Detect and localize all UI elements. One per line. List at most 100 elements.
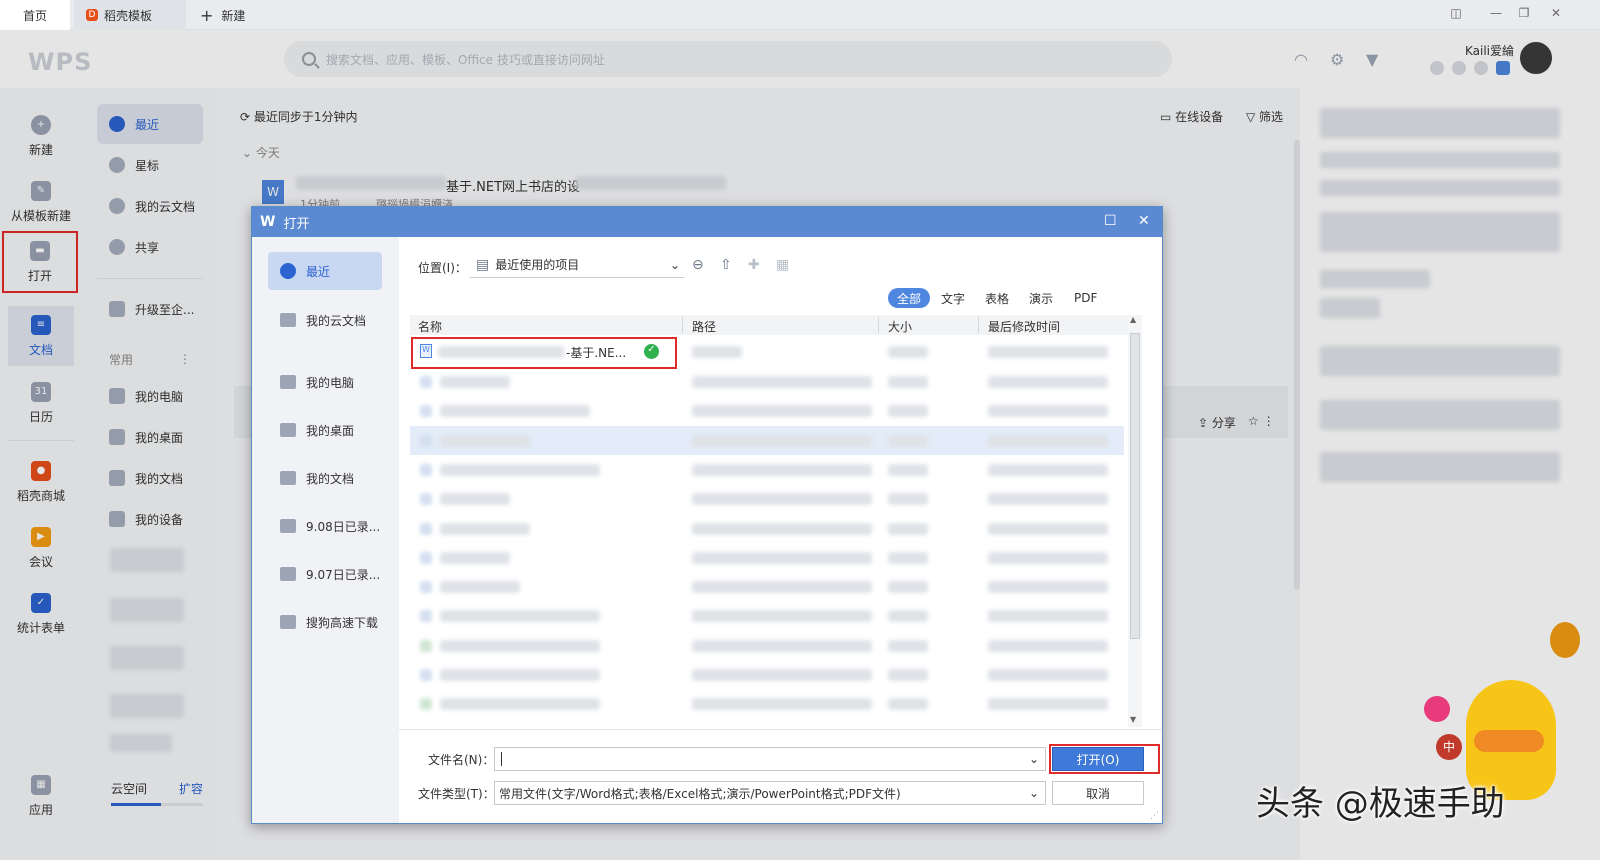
file-row[interactable] bbox=[410, 367, 1124, 396]
blurred-cell bbox=[440, 493, 510, 506]
watermark: 头条 @极速手助 bbox=[1256, 784, 1505, 824]
filter-tab-sheet[interactable]: 表格 bbox=[976, 288, 1018, 308]
folder-icon bbox=[280, 567, 296, 581]
layout-icon[interactable]: ◫ bbox=[1446, 6, 1466, 24]
highlight-box bbox=[1049, 744, 1160, 774]
up-folder-icon[interactable]: ⇧ bbox=[720, 257, 732, 273]
file-row[interactable] bbox=[410, 601, 1124, 630]
scroll-up-icon[interactable]: ▲ bbox=[1130, 315, 1136, 324]
location-select[interactable]: ▤ 最近使用的项目 ⌄ bbox=[470, 252, 684, 278]
file-row[interactable] bbox=[410, 631, 1124, 660]
file-type-icon bbox=[420, 581, 432, 594]
blurred-cell bbox=[988, 434, 1108, 447]
file-row[interactable] bbox=[410, 572, 1124, 601]
open-file-dialog: W 打开 ☐ ✕ 最近 我的云文档 我的电脑 我的桌面 我的文档 9.08日已录.… bbox=[251, 206, 1163, 824]
file-type-icon bbox=[420, 376, 432, 388]
blurred-cell bbox=[988, 581, 1108, 594]
dialog-sidebar-folder-908[interactable]: 9.08日已录... bbox=[268, 507, 382, 545]
view-grid-icon[interactable]: ▦ bbox=[776, 257, 789, 273]
close-icon[interactable]: ✕ bbox=[1546, 6, 1566, 24]
file-row[interactable] bbox=[410, 689, 1124, 718]
location-value: 最近使用的项目 bbox=[495, 258, 580, 272]
filetype-label: 文件类型(T)： bbox=[418, 787, 495, 801]
folder-icon bbox=[280, 615, 296, 629]
resize-grip-icon[interactable]: ⋰ bbox=[1150, 811, 1159, 821]
filename-input[interactable]: ⌄ bbox=[494, 747, 1046, 771]
filter-tab-slides[interactable]: 演示 bbox=[1020, 288, 1062, 308]
filename-label: 文件名(N)： bbox=[428, 753, 495, 767]
cloud-icon bbox=[280, 313, 296, 327]
file-row[interactable] bbox=[410, 455, 1124, 484]
file-list-header: 名称 路径 大小 最后修改时间 bbox=[410, 315, 1128, 335]
column-name[interactable]: 名称 bbox=[418, 318, 442, 335]
column-separator bbox=[682, 317, 683, 333]
blurred-cell bbox=[440, 639, 600, 652]
desktop-icon bbox=[280, 423, 296, 437]
blurred-cell bbox=[692, 434, 872, 447]
dialog-sidebar-cloud[interactable]: 我的云文档 bbox=[268, 301, 382, 339]
ime-icon[interactable] bbox=[1424, 696, 1450, 722]
blurred-cell bbox=[888, 405, 928, 418]
file-row[interactable] bbox=[410, 484, 1124, 513]
blurred-cell bbox=[692, 376, 872, 388]
cancel-button[interactable]: 取消 bbox=[1052, 781, 1144, 805]
blurred-cell bbox=[888, 493, 928, 506]
blurred-cell bbox=[440, 610, 600, 623]
dialog-sidebar-documents[interactable]: 我的文档 bbox=[268, 459, 382, 497]
back-icon[interactable]: ⊖ bbox=[692, 257, 704, 273]
blurred-cell bbox=[988, 463, 1108, 476]
wps-w-icon: W bbox=[260, 214, 276, 230]
blurred-cell bbox=[988, 522, 1108, 535]
column-separator bbox=[978, 317, 979, 333]
tab-new-label: 新建 bbox=[221, 8, 246, 23]
blurred-cell bbox=[988, 610, 1108, 623]
dialog-sidebar-label: 9.07日已录... bbox=[306, 567, 381, 582]
file-row[interactable] bbox=[410, 396, 1124, 425]
file-type-icon bbox=[420, 669, 432, 681]
restore-icon[interactable]: ❐ bbox=[1514, 6, 1534, 24]
file-type-icon bbox=[420, 639, 432, 652]
file-row[interactable] bbox=[410, 660, 1124, 689]
file-row[interactable] bbox=[410, 425, 1124, 455]
file-row[interactable] bbox=[410, 543, 1124, 572]
dialog-sidebar-label: 搜狗高速下载 bbox=[306, 615, 379, 630]
column-size[interactable]: 大小 bbox=[888, 318, 912, 335]
blurred-cell bbox=[888, 551, 928, 564]
blurred-cell bbox=[440, 551, 510, 564]
dialog-sidebar-sogou[interactable]: 搜狗高速下载 bbox=[268, 603, 382, 641]
highlight-box bbox=[411, 337, 677, 369]
file-row[interactable] bbox=[410, 514, 1124, 543]
blurred-cell bbox=[888, 376, 928, 388]
column-path[interactable]: 路径 bbox=[692, 318, 716, 335]
dialog-sidebar-pc[interactable]: 我的电脑 bbox=[268, 363, 382, 401]
close-icon[interactable]: ✕ bbox=[1138, 213, 1150, 229]
blurred-cell bbox=[988, 376, 1108, 388]
maximize-icon[interactable]: ☐ bbox=[1104, 213, 1117, 229]
dialog-sidebar-folder-907[interactable]: 9.07日已录... bbox=[268, 555, 382, 593]
file-type-icon bbox=[420, 522, 432, 535]
blurred-cell bbox=[692, 610, 872, 623]
blurred-cell bbox=[888, 581, 928, 594]
blurred-cell bbox=[888, 669, 928, 681]
new-folder-icon[interactable]: ✚ bbox=[748, 257, 760, 273]
dialog-sidebar-label: 我的云文档 bbox=[306, 313, 367, 328]
blurred-cell bbox=[692, 551, 872, 564]
scroll-down-icon[interactable]: ▼ bbox=[1130, 715, 1136, 724]
tab-home[interactable]: 首页 bbox=[0, 0, 70, 30]
column-modified[interactable]: 最后修改时间 bbox=[988, 318, 1060, 335]
chevron-down-icon[interactable]: ⌄ bbox=[1029, 752, 1039, 766]
tab-template[interactable]: D 稻壳模板 bbox=[74, 0, 186, 30]
dialog-sidebar-desktop[interactable]: 我的桌面 bbox=[268, 411, 382, 449]
blurred-cell bbox=[988, 493, 1108, 506]
ime-chinese-icon[interactable]: 中 bbox=[1436, 734, 1462, 760]
tab-new[interactable]: + 新建 bbox=[200, 0, 245, 30]
filter-tab-text[interactable]: 文字 bbox=[932, 288, 974, 308]
filetype-select[interactable]: 常用文件(文字/Word格式;表格/Excel格式;演示/PowerPoint格… bbox=[494, 781, 1046, 805]
dialog-sidebar-recent[interactable]: 最近 bbox=[268, 252, 382, 290]
blurred-cell bbox=[440, 698, 600, 711]
minimize-icon[interactable]: — bbox=[1486, 6, 1506, 24]
filter-tab-all[interactable]: 全部 bbox=[888, 288, 931, 308]
scrollbar-thumb[interactable] bbox=[1130, 333, 1140, 639]
filter-tab-pdf[interactable]: PDF bbox=[1065, 288, 1106, 308]
dialog-divider bbox=[399, 729, 1162, 730]
